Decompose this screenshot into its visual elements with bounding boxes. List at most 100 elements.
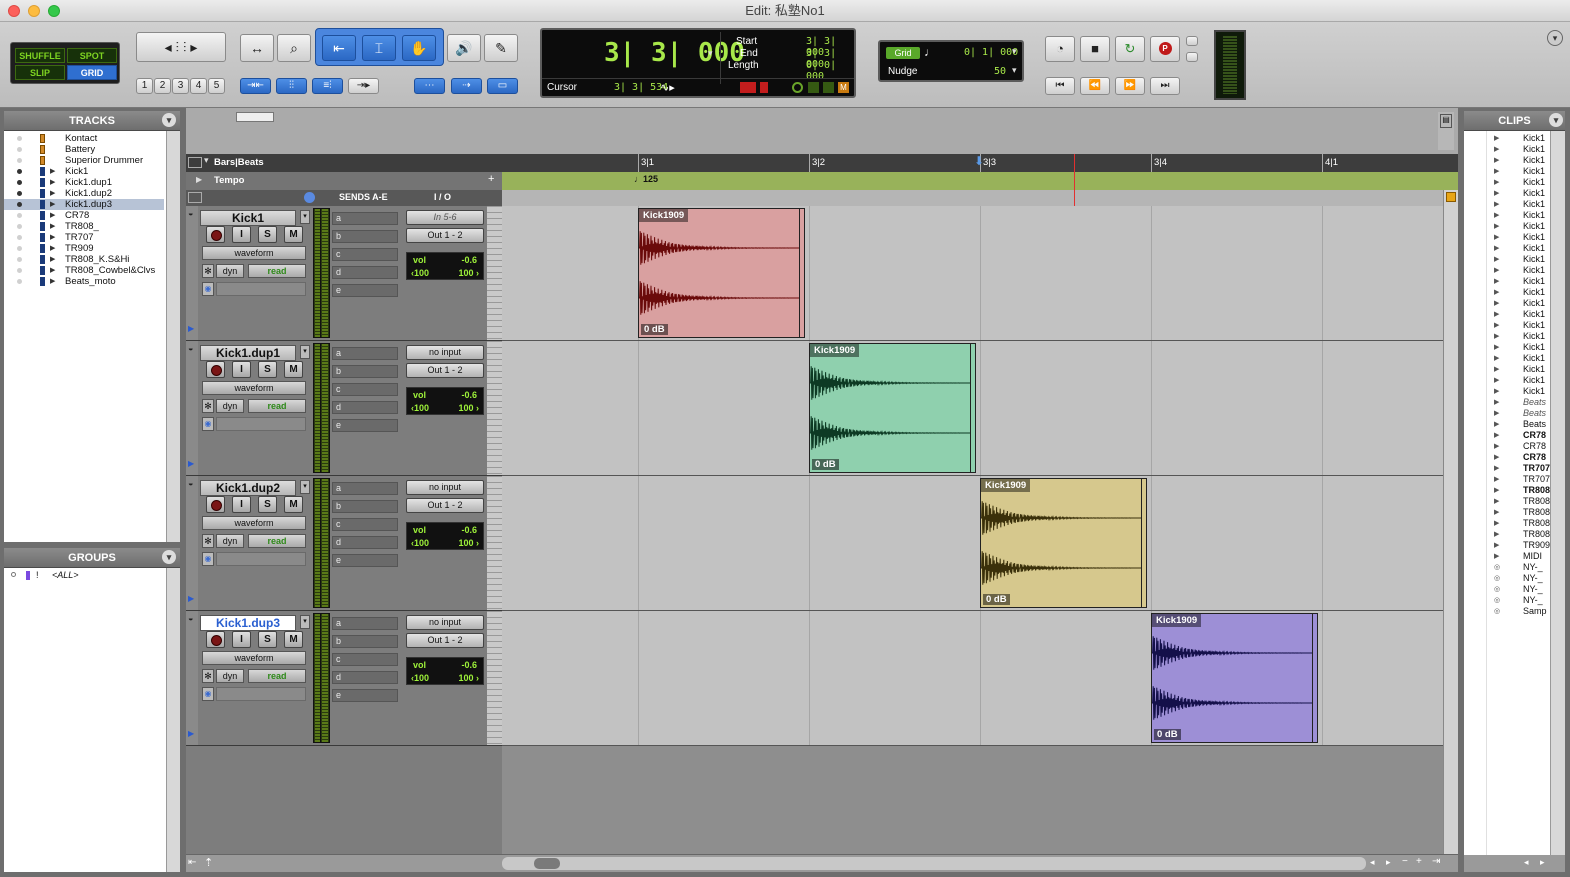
tracks-list-item[interactable]: ▶ TR909 [4,243,164,254]
clip-expand-icon[interactable]: ▶ [1494,276,1499,287]
playlist-field[interactable] [216,417,306,431]
output-selector[interactable]: Out 1 - 2 [406,633,484,648]
clips-menu-icon[interactable]: ▾ [1549,113,1563,127]
track-expand-icon[interactable]: ◒ [188,343,193,353]
clip-expand-icon[interactable]: ▶ [1494,485,1499,496]
send-slot[interactable]: d [332,536,398,549]
expand-arrow-icon[interactable]: ▶ [50,232,55,243]
tracks-scrollbar[interactable] [166,131,180,542]
send-slot[interactable]: d [332,671,398,684]
clips-scroll-right-icon[interactable]: ▸ [1540,857,1545,868]
expand-arrow-icon[interactable]: ▶ [50,276,55,287]
volume-value[interactable]: -0.6 [461,660,477,670]
record-button[interactable]: P [1150,36,1180,62]
send-slot[interactable]: e [332,689,398,702]
send-slot[interactable]: d [332,401,398,414]
zoom-waveform-buttons[interactable]: ◂ ⫶ ⫶ ▸ [136,32,226,62]
nudge-value[interactable]: 50 [994,66,1006,77]
ruler-menu-icon[interactable]: ▾ [204,155,209,166]
clip-expand-icon[interactable]: ◎ [1494,584,1500,595]
link-timeline-edit-button[interactable]: ⇥⇤ [240,78,271,94]
clock-indicator[interactable] [823,82,834,93]
track-expand-icon[interactable]: ◒ [188,478,193,488]
send-slot[interactable]: e [332,419,398,432]
track-name-dropdown-icon[interactable]: ▾ [300,615,310,629]
pan-right-value[interactable]: 100 › [458,538,479,548]
send-slot[interactable]: a [332,347,398,360]
clip-expand-icon[interactable]: ▶ [1494,408,1499,419]
clip-list-item[interactable]: CR78 [1523,430,1551,441]
track-view-selector[interactable]: waveform [202,516,306,530]
pan-left-value[interactable]: ‹100 [411,268,429,278]
clip-list-item[interactable]: TR707 [1523,463,1551,474]
clip-list-item[interactable]: Kick1 [1523,331,1551,342]
tracks-panel-header[interactable]: TRACKS ▾ [4,111,180,131]
send-slot[interactable]: b [332,365,398,378]
input-monitor-button[interactable]: I [232,226,251,243]
audio-clip[interactable]: Kick1909 0 dB [809,343,976,473]
send-slot[interactable]: a [332,482,398,495]
record-enable-button[interactable] [206,361,225,378]
clip-expand-icon[interactable]: ▶ [1494,507,1499,518]
fast-forward-icon[interactable]: ⏩ [1115,77,1145,95]
clip-list-item[interactable]: TR808 [1523,496,1551,507]
send-slot[interactable]: b [332,635,398,648]
solo-button[interactable]: S [258,631,277,648]
mirror-midi-button[interactable]: ⋯ [414,78,445,94]
tab-to-transients-button[interactable]: ⇥▸ [348,78,379,94]
track-header[interactable]: ◒ Kick1.dup2 ▾ I S Mwaveform ✻ dyn read ◉ ▶ a b c d e no… [186,476,502,611]
transport-option-2[interactable] [1186,52,1198,62]
send-slot[interactable]: c [332,518,398,531]
track-header[interactable]: ◒ Kick1.dup3 ▾ I S Mwaveform ✻ dyn read ◉ ▶ a b c d e no… [186,611,502,746]
zoom-preset-3[interactable]: 3 [172,78,189,94]
clip-list-item[interactable]: NY-_ [1523,573,1551,584]
send-slot[interactable]: a [332,212,398,225]
magnifier-icon[interactable]: ⌕ [277,34,311,62]
expand-arrow-icon[interactable]: ▶ [50,254,55,265]
track-playlist-lane[interactable]: Kick1909 0 dB [502,206,1443,341]
expand-arrow-icon[interactable]: ▶ [50,188,55,199]
track-show-hide-icon[interactable] [17,180,22,185]
audio-clip[interactable]: Kick1909 0 dB [638,208,805,338]
track-expand-arrow-icon[interactable]: ▶ [188,459,194,468]
timebase-icon[interactable]: ◉ [202,552,214,566]
zoom-preset-4[interactable]: 4 [190,78,207,94]
track-name-button[interactable]: Kick1.dup1 [200,345,296,361]
shuffle-mode-button[interactable]: SHUFFLE [15,48,65,63]
clip-list-item[interactable]: TR808 [1523,529,1551,540]
clip-list-item[interactable]: Kick1 [1523,287,1551,298]
clip-expand-icon[interactable]: ▶ [1494,386,1499,397]
track-show-hide-icon[interactable] [17,235,22,240]
clip-expand-icon[interactable]: ▶ [1494,144,1499,155]
clip-list-item[interactable]: Kick1 [1523,210,1551,221]
clip-list-item[interactable]: Samp [1523,606,1551,617]
zoom-window-button[interactable] [48,5,60,17]
tracks-list-item[interactable]: Battery [4,144,164,155]
tracks-list-item[interactable]: ▶ TR808_Cowbel&Clvs [4,265,164,276]
track-show-hide-icon[interactable] [17,224,22,229]
tracks-list-item[interactable]: ▶ TR808_ [4,221,164,232]
clip-list-item[interactable]: Kick1 [1523,144,1551,155]
metronome-indicator[interactable]: M [838,82,849,93]
clip-gain[interactable]: 0 dB [1154,729,1181,740]
ruler-view-icon[interactable] [188,157,202,168]
clip-expand-icon[interactable]: ▶ [1494,331,1499,342]
loop-indicator[interactable] [792,82,803,93]
record-enable-button[interactable] [206,496,225,513]
track-name-button[interactable]: Kick1.dup2 [200,480,296,496]
clip-list-item[interactable]: Kick1 [1523,177,1551,188]
track-playlist-lane[interactable]: Kick1909 0 dB [502,476,1443,611]
clip-list-item[interactable]: Kick1 [1523,199,1551,210]
add-tempo-icon[interactable]: + [488,173,494,185]
clip-list-item[interactable]: Kick1 [1523,166,1551,177]
clips-scrollbar[interactable] [1550,131,1565,855]
clips-panel-header[interactable]: CLIPS ▾ [1464,111,1565,131]
tracks-list-item[interactable]: ▶ Kick1.dup2 [4,188,164,199]
zoom-preset-5[interactable]: 5 [208,78,225,94]
elastic-audio-selector[interactable]: dyn [216,534,244,548]
track-show-hide-icon[interactable] [17,158,22,163]
grid-dropdown-icon[interactable]: ▾ [1012,46,1017,57]
send-slot[interactable]: d [332,266,398,279]
clip-list-item[interactable]: CR78 [1523,441,1551,452]
selector-tool[interactable]: ⌶ [362,35,396,61]
